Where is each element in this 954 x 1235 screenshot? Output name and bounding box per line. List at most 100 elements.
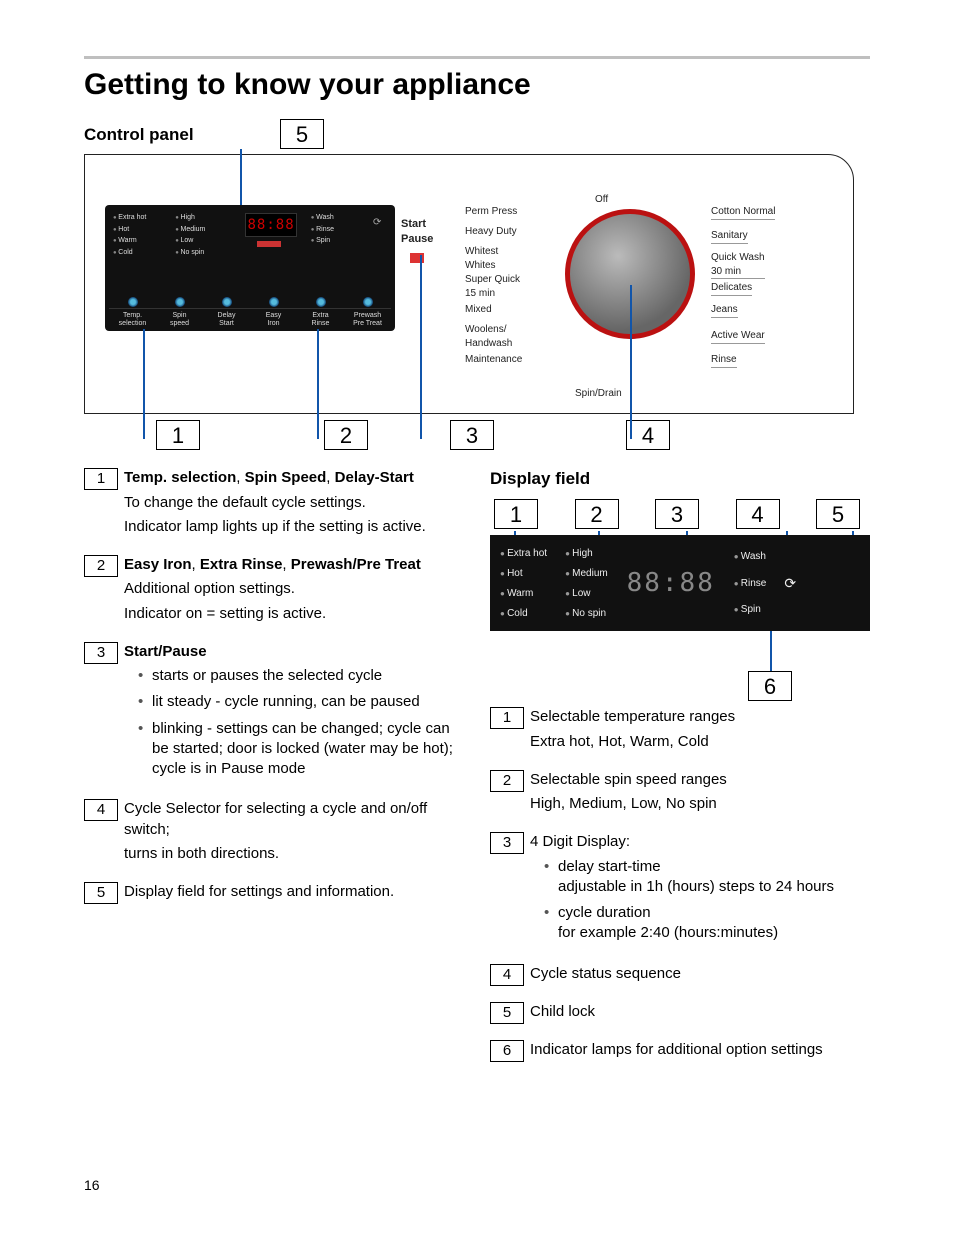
indicator-label: Extra hot bbox=[113, 213, 169, 222]
display-indicator: Extra hot bbox=[500, 547, 547, 561]
indicator-label: Hot bbox=[113, 225, 169, 234]
knob-label-right: Jeans bbox=[711, 303, 738, 318]
display-indicator: High bbox=[565, 547, 608, 561]
panel-button: DelayStart bbox=[203, 308, 250, 327]
display-callout: 4 bbox=[736, 499, 780, 529]
start-pause-label: Start Pause bbox=[401, 217, 433, 263]
legend-item: 5Display field for settings and informat… bbox=[84, 882, 460, 906]
display-led: 88:88 bbox=[626, 563, 716, 603]
display-indicator: Cold bbox=[500, 607, 547, 621]
legend-text: Indicator on = setting is active. bbox=[124, 604, 460, 624]
legend-bullet: blinking - settings can be changed; cycl… bbox=[138, 719, 460, 780]
legend-number: 1 bbox=[84, 468, 118, 490]
display-field-diagram: 1 2 3 4 5 Extra hot Hot Warm Cold High Medium Low… bbox=[490, 499, 870, 687]
section-display-field: Display field bbox=[490, 468, 870, 491]
knob-label-right: Sanitary bbox=[711, 229, 748, 244]
display-indicator: Low bbox=[565, 587, 608, 601]
callout-3: 3 bbox=[450, 420, 494, 450]
indicator-label: High bbox=[175, 213, 231, 222]
legend-text: Selectable spin speed ranges bbox=[530, 770, 870, 790]
legend-item: 1 Selectable temperature ranges Extra hot,… bbox=[490, 707, 870, 756]
panel-button: ExtraRinse bbox=[297, 308, 344, 327]
legend-bullet: lit steady - cycle running, can be pause… bbox=[138, 692, 460, 712]
legend-control-panel: 1 Temp. selection, Spin Speed, Delay-Star… bbox=[84, 468, 460, 1078]
legend-title: Easy Iron, Extra Rinse, Prewash/Pre Trea… bbox=[124, 555, 460, 575]
legend-text: turns in both directions. bbox=[124, 844, 460, 864]
display-callout: 2 bbox=[575, 499, 619, 529]
legend-item: 6Indicator lamps for additional option s… bbox=[490, 1040, 870, 1064]
legend-number: 4 bbox=[84, 799, 118, 821]
legend-text: Cycle status sequence bbox=[530, 964, 870, 984]
legend-title: Start/Pause bbox=[124, 642, 460, 662]
knob-label-left: Maintenance bbox=[465, 353, 522, 367]
panel-button: EasyIron bbox=[250, 308, 297, 327]
page-title: Getting to know your appliance bbox=[84, 65, 870, 106]
child-lock-icon: ⟳ bbox=[784, 574, 796, 593]
black-display-panel: Extra hot Hot Warm Cold High Medium Low No spi… bbox=[105, 205, 395, 331]
legend-display-field: 1 Selectable temperature ranges Extra hot,… bbox=[490, 707, 870, 1064]
legend-number: 5 bbox=[490, 1002, 524, 1024]
indicator-label: Warm bbox=[113, 236, 169, 245]
legend-item: 5 Child lock bbox=[490, 1002, 870, 1026]
callout-5: 5 bbox=[280, 119, 324, 149]
page-number: 16 bbox=[84, 1176, 100, 1195]
callout-2: 2 bbox=[324, 420, 368, 450]
section-control-panel: Control panel bbox=[84, 124, 870, 147]
knob-label-left: WhitestWhites bbox=[465, 245, 498, 272]
panel-button: Spinspeed bbox=[156, 308, 203, 327]
legend-text: To change the default cycle settings. bbox=[124, 493, 460, 513]
knob-label-right: Active Wear bbox=[711, 329, 765, 344]
display-indicator: Rinse bbox=[734, 577, 767, 591]
legend-bullet: starts or pauses the selected cycle bbox=[138, 666, 460, 686]
legend-item: 3 Start/Pause starts or pauses the selecte… bbox=[84, 642, 460, 786]
knob-label-left: Perm Press bbox=[465, 205, 517, 219]
knob-spindrain: Spin/Drain bbox=[575, 387, 622, 401]
legend-bullet: cycle durationfor example 2:40 (hours:mi… bbox=[544, 903, 870, 944]
display-indicator: Spin bbox=[734, 603, 767, 617]
legend-item: 4Cycle status sequence bbox=[490, 964, 870, 988]
display-indicator: Warm bbox=[500, 587, 547, 601]
legend-text: Child lock bbox=[530, 1002, 870, 1022]
legend-item: 2 Selectable spin speed ranges High, Mediu… bbox=[490, 770, 870, 819]
display-indicator: Hot bbox=[500, 567, 547, 581]
legend-text: Extra hot, Hot, Warm, Cold bbox=[530, 732, 870, 752]
legend-text: Additional option settings. bbox=[124, 579, 460, 599]
legend-number: 5 bbox=[84, 882, 118, 904]
legend-number: 2 bbox=[490, 770, 524, 792]
knob-label-right: Delicates bbox=[711, 281, 752, 296]
legend-number: 3 bbox=[490, 832, 524, 854]
indicator-label: No spin bbox=[175, 248, 231, 257]
legend-title: Temp. selection, Spin Speed, Delay-Start bbox=[124, 468, 460, 488]
knob-label-left: Mixed bbox=[465, 303, 492, 317]
legend-text: Indicator lamp lights up if the setting … bbox=[124, 517, 460, 537]
legend-number: 3 bbox=[84, 642, 118, 664]
display-callout: 1 bbox=[494, 499, 538, 529]
legend-item: 2Easy Iron, Extra Rinse, Prewash/Pre Tre… bbox=[84, 555, 460, 628]
legend-item: 34 Digit Display:delay start-timeadjusta… bbox=[490, 832, 870, 949]
indicator-label: Rinse bbox=[311, 225, 367, 234]
legend-text: Cycle Selector for selecting a cycle and… bbox=[124, 799, 460, 840]
legend-item: 4 Cycle Selector for selecting a cycle an… bbox=[84, 799, 460, 868]
indicator-label: Low bbox=[175, 236, 231, 245]
control-panel-diagram: 5 Extra hotHotWarmCold HighMediumLowNo s… bbox=[84, 154, 870, 450]
legend-number: 1 bbox=[490, 707, 524, 729]
legend-bullet: delay start-timeadjustable in 1h (hours)… bbox=[544, 857, 870, 898]
indicator-label: Spin bbox=[311, 236, 367, 245]
knob-label-right: Cotton Normal bbox=[711, 205, 775, 220]
panel-button: Temp.selection bbox=[109, 308, 156, 327]
knob-label-left: Woolens/Handwash bbox=[465, 323, 512, 350]
display-callout: 3 bbox=[655, 499, 699, 529]
display-callout-6: 6 bbox=[748, 671, 792, 701]
knob-label-right: Rinse bbox=[711, 353, 737, 368]
legend-text: Selectable temperature ranges bbox=[530, 707, 870, 727]
panel-button: PrewashPre Treat bbox=[344, 308, 391, 327]
display-indicator: Wash bbox=[734, 550, 767, 564]
display-callout: 5 bbox=[816, 499, 860, 529]
knob-label-left: Heavy Duty bbox=[465, 225, 517, 239]
display-indicator: Medium bbox=[565, 567, 608, 581]
legend-item: 1 Temp. selection, Spin Speed, Delay-Star… bbox=[84, 468, 460, 541]
indicator-label: Medium bbox=[175, 225, 231, 234]
indicator-label: Cold bbox=[113, 248, 169, 257]
legend-text: High, Medium, Low, No spin bbox=[530, 794, 870, 814]
led-display: 88:88 bbox=[245, 213, 297, 237]
